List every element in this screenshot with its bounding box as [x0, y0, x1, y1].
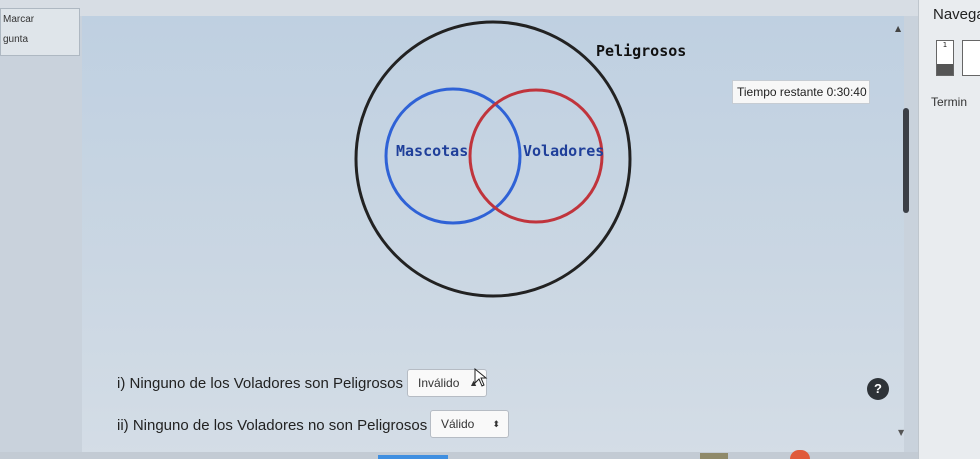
- scrollbar-thumb[interactable]: [903, 108, 909, 213]
- help-button[interactable]: ?: [867, 378, 889, 400]
- chevron-updown-icon: ⬍: [492, 419, 500, 429]
- question-nav-button-1[interactable]: 1: [936, 40, 954, 76]
- statement-2: ii) Ninguno de los Voladores no son Peli…: [117, 417, 428, 434]
- label-peligrosos: Peligrosos: [596, 42, 686, 60]
- question-label: gunta: [3, 34, 29, 45]
- question-number: 1: [942, 41, 948, 49]
- top-bar: [0, 0, 980, 16]
- answer-select-2-value: Válido: [441, 417, 475, 431]
- scroll-up-icon[interactable]: ▲: [895, 24, 901, 33]
- time-remaining: Tiempo restante 0:30:40: [732, 80, 870, 104]
- flag-label: Marcar: [3, 14, 35, 25]
- quiz-navigation-panel: Navega 1 Termin: [918, 0, 980, 459]
- taskbar: [0, 452, 918, 459]
- scroll-down-icon[interactable]: ▼: [898, 428, 904, 437]
- taskbar-app-icon[interactable]: [700, 453, 728, 459]
- navigation-title: Navega: [933, 6, 980, 23]
- label-voladores: Voladores: [523, 142, 604, 160]
- answered-indicator: [937, 64, 953, 75]
- answer-select-2[interactable]: Válido ⬍: [430, 410, 509, 438]
- venn-diagram: Peligrosos Mascotas Voladores: [354, 20, 686, 298]
- question-nav-button-2[interactable]: [962, 40, 980, 76]
- taskbar-app-icon[interactable]: [378, 455, 448, 459]
- flag-question-panel[interactable]: Marcar gunta: [0, 8, 80, 56]
- finish-attempt-link[interactable]: Termin: [931, 95, 967, 109]
- mouse-cursor-icon: [474, 368, 488, 387]
- statement-1: i) Ninguno de los Voladores son Peligros…: [117, 375, 404, 392]
- answer-select-1-value: Inválido: [418, 376, 460, 390]
- label-mascotas: Mascotas: [396, 142, 468, 160]
- taskbar-app-icon[interactable]: [790, 450, 810, 459]
